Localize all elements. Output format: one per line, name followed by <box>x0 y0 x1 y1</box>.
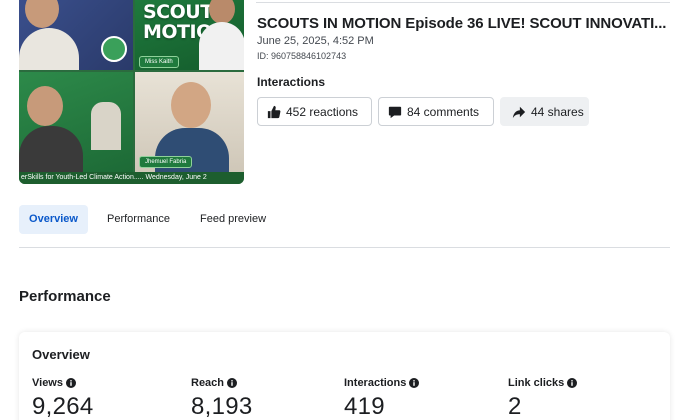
metric-value: 9,264 <box>32 393 94 420</box>
metric-label: Views <box>32 377 63 389</box>
info-icon[interactable] <box>227 378 238 388</box>
metric-label: Reach <box>191 377 225 389</box>
thumbnail-caption: erSkills for Youth-Led Climate Action...… <box>19 172 244 184</box>
video-tile-guest <box>19 72 133 172</box>
share-icon <box>512 105 526 119</box>
metric-views: Views 9,264 <box>32 377 94 420</box>
video-tile-host <box>19 0 133 70</box>
reactions-label: 452 reactions <box>286 104 359 119</box>
info-icon[interactable] <box>66 378 76 388</box>
divider <box>19 247 670 248</box>
divider <box>256 2 670 3</box>
metric-label: Link clicks <box>508 377 565 389</box>
post-date: June 25, 2025, 4:52 PM <box>257 35 374 47</box>
metric-link-clicks: Link clicks 2 <box>508 377 578 420</box>
metric-reach: Reach 8,193 <box>191 377 253 420</box>
post-id: ID: 960758846102743 <box>257 51 347 61</box>
metric-value: 2 <box>508 393 522 420</box>
name-tag: Jhemuel Fabria <box>139 156 193 168</box>
info-icon[interactable] <box>567 378 578 388</box>
thumbs-up-icon <box>267 105 281 119</box>
overview-card: Overview Views 9,264 Reach 8,193 Interac… <box>19 332 670 420</box>
tab-performance[interactable]: Performance <box>107 205 170 234</box>
comments-label: 84 comments <box>407 104 480 119</box>
card-title: Overview <box>32 347 90 362</box>
metric-interactions: Interactions 419 <box>344 377 420 420</box>
comments-button[interactable]: 84 comments <box>378 97 494 126</box>
metric-label: Interactions <box>344 377 407 389</box>
post-thumbnail[interactable]: SCOUT MOTIO Miss Kaith Jhemuel Fabria er… <box>19 0 244 184</box>
video-tile-show: SCOUT MOTIO Miss Kaith <box>135 0 244 70</box>
shares-button[interactable]: 44 shares <box>500 97 589 126</box>
video-tile-student: Jhemuel Fabria <box>135 72 244 172</box>
tab-feed-preview[interactable]: Feed preview <box>200 205 266 234</box>
info-icon[interactable] <box>409 378 420 388</box>
interactions-heading: Interactions <box>257 75 326 89</box>
name-tag: Miss Kaith <box>139 56 179 68</box>
comment-icon <box>388 105 402 119</box>
tab-overview[interactable]: Overview <box>19 205 88 234</box>
performance-heading: Performance <box>19 288 111 305</box>
shares-label: 44 shares <box>531 104 584 119</box>
metric-value: 8,193 <box>191 393 253 420</box>
reactions-button[interactable]: 452 reactions <box>257 97 372 126</box>
post-title[interactable]: SCOUTS IN MOTION Episode 36 LIVE! SCOUT … <box>257 15 666 32</box>
metric-value: 419 <box>344 393 385 420</box>
